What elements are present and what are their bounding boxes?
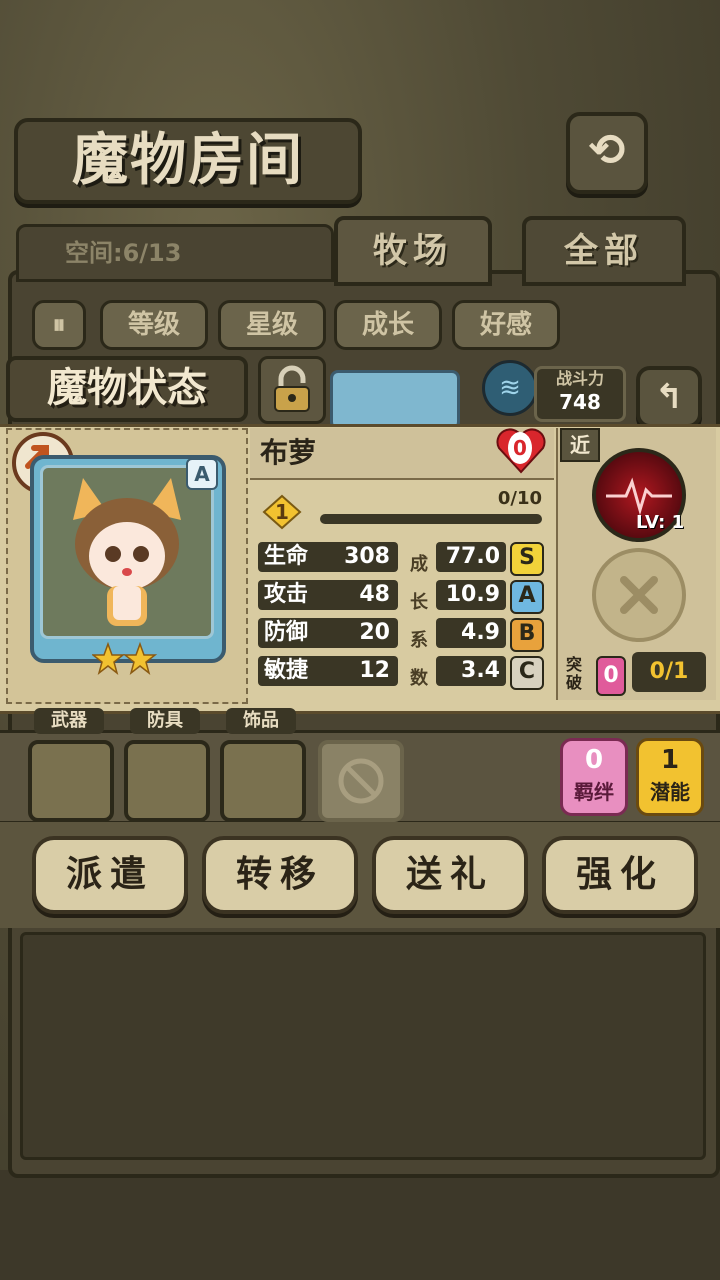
back-button[interactable]: ⟲ [566,112,648,194]
weapon-label: 武器 [34,708,104,734]
stat-row-defense: 防御 20 [258,618,398,648]
lock-icon [274,365,310,412]
page-title-text: 魔物房间 [72,128,304,193]
level-value: 1 [275,500,289,524]
growth-label-char: 系 [410,630,428,651]
sort-growth-label: 成长 [361,310,414,340]
bond-count: 0 [584,745,604,775]
armor-slot[interactable] [124,740,210,822]
pause-sort-button[interactable]: ⏸ [32,300,86,350]
monster-status-title: 魔物状态 [6,356,248,422]
potential-button[interactable]: 1 潜能 [636,738,704,816]
monster-portrait [40,465,214,639]
sort-affection-button[interactable]: 好感 [452,300,560,350]
dispatch-label: 派遣 [65,854,154,895]
grade-badge-s: S [510,542,544,576]
transfer-button[interactable]: 转移 [202,836,358,914]
monster-status-title-text: 魔物状态 [47,365,207,411]
lock-button[interactable] [258,356,326,424]
tab-ranch[interactable]: 牧场 [334,216,492,286]
stat-row-agility: 敏捷 12 [258,656,398,686]
tab-ranch-label: 牧场 [373,231,453,271]
gift-button[interactable]: 送礼 [372,836,528,914]
tab-all[interactable]: 全部 [522,216,686,286]
potential-count: 1 [660,745,680,775]
page-title: 魔物房间 [14,118,362,204]
growth-label-char: 数 [410,668,428,689]
empty-skill-slot[interactable] [592,548,686,642]
stars-icon [90,641,158,675]
space-counter-text: 空间:6/13 [65,239,182,267]
status-back-button[interactable]: ↰ [636,366,702,428]
sort-star-button[interactable]: 星级 [218,300,326,350]
bond-label: 羁绊 [574,780,614,804]
monster-portrait-image [73,478,181,626]
breakthrough-count: 0 [596,656,626,696]
exp-bar [320,514,542,524]
growth-attack: 10.9 [436,580,506,610]
growth-defense: 4.9 [436,618,506,648]
stat-value: 20 [359,620,390,645]
enhance-label: 强化 [575,854,664,895]
sort-growth-button[interactable]: 成长 [334,300,442,350]
back-arrow-icon: ⟲ [588,125,626,176]
breakthrough-label: 突破 [566,655,583,692]
close-icon [620,576,658,614]
affection-count: 0 [508,432,532,464]
sort-level-button[interactable]: 等级 [100,300,208,350]
grade-badge-c: C [510,656,544,690]
background-monster-card [330,370,460,430]
element-water-icon: ≋ [482,360,538,416]
stat-name: 生命 [264,544,309,569]
growth-value: 4.9 [461,620,500,645]
prohibited-icon [338,758,384,804]
grade-badge-b: B [510,618,544,652]
stat-name: 防御 [264,620,309,645]
monster-list-area[interactable] [20,932,706,1160]
stat-row-attack: 攻击 48 [258,580,398,610]
weapon-slot[interactable] [28,740,114,822]
stat-value: 308 [344,544,390,569]
background-bottom [0,1170,720,1280]
stat-name: 敏捷 [264,658,309,683]
attack-type-badge: 近 [560,428,600,462]
pause-icon: ⏸ [52,310,66,340]
stat-row-hp: 生命 308 [258,542,398,572]
stat-value: 12 [359,658,390,683]
locked-slot [318,740,404,822]
skill-level: LV: 1 [636,512,685,533]
transfer-label: 转移 [235,854,324,895]
power-box: 战斗力 748 [534,366,626,422]
growth-value: 3.4 [461,658,500,683]
growth-label-char: 成 [410,554,428,575]
sort-star-label: 星级 [245,310,298,340]
star-rating [90,640,158,680]
breakthrough-progress: 0/1 [632,652,706,692]
bond-button[interactable]: 0 羁绊 [560,738,628,816]
growth-hp: 77.0 [436,542,506,572]
stat-value: 48 [359,582,390,607]
armor-label: 防具 [130,708,200,734]
tab-all-label: 全部 [564,231,644,271]
rank-badge: A [186,458,218,490]
return-arrow-icon: ↰ [654,377,684,417]
gift-label: 送礼 [405,854,494,895]
growth-value: 10.9 [445,582,500,607]
sort-affection-label: 好感 [479,310,532,340]
exp-value: 0/10 [497,488,542,509]
potential-label: 潜能 [650,780,690,804]
power-value: 748 [559,390,601,414]
accessory-slot[interactable] [220,740,306,822]
power-label: 战斗力 [555,369,604,388]
growth-label-char: 长 [410,592,428,613]
grade-badge-a: A [510,580,544,614]
enhance-button[interactable]: 强化 [542,836,698,914]
accessory-label: 饰品 [226,708,296,734]
space-counter: 空间:6/13 [16,224,334,282]
stat-name: 攻击 [264,582,309,607]
growth-agility: 3.4 [436,656,506,686]
sort-level-label: 等级 [127,310,180,340]
dispatch-button[interactable]: 派遣 [32,836,188,914]
growth-value: 77.0 [445,544,500,569]
